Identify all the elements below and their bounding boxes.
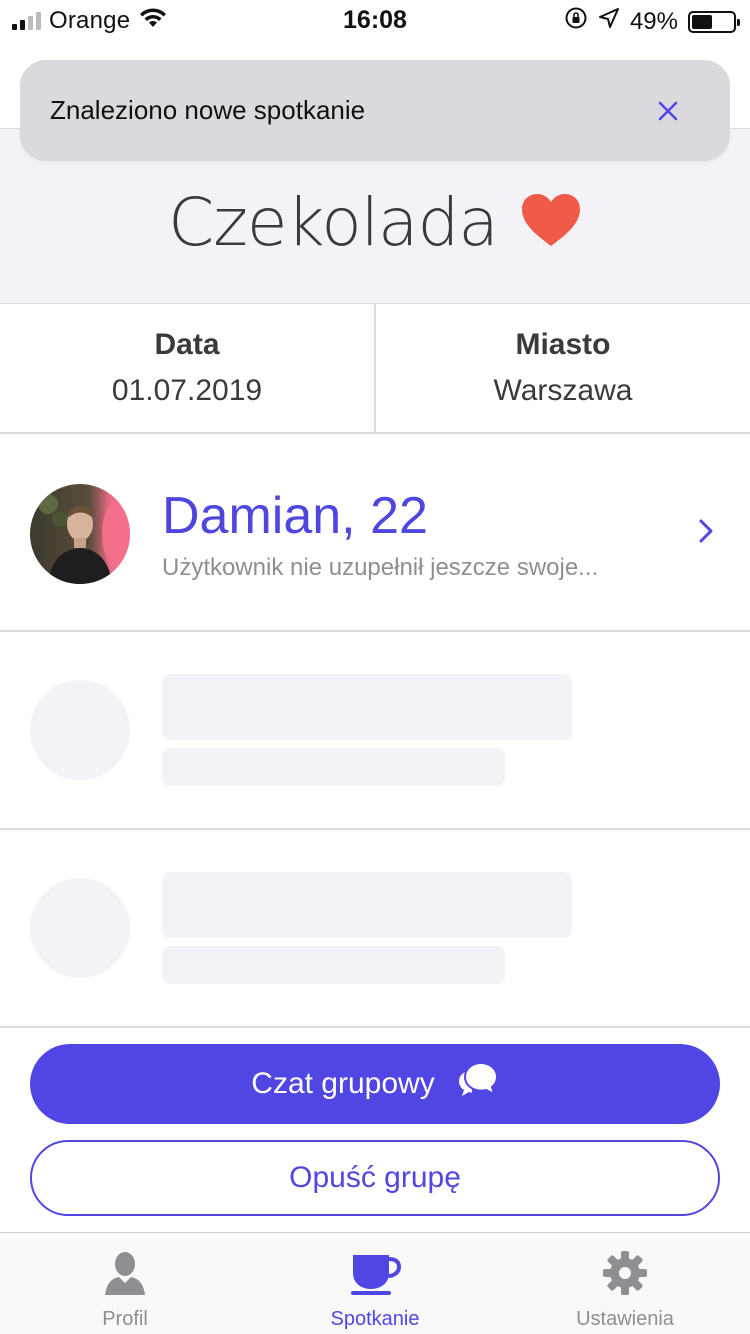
cup-icon	[349, 1249, 402, 1302]
city-label: Miasto	[515, 328, 611, 361]
battery-icon	[688, 10, 740, 33]
chat-bubbles-icon	[457, 1061, 499, 1107]
toast-message: Znaleziono nowe spotkanie	[50, 95, 366, 125]
date-cell: Data 01.07.2019	[0, 304, 374, 432]
status-right: 49%	[564, 6, 740, 37]
chevron-right-icon	[698, 518, 714, 549]
city-cell: Miasto Warszawa	[374, 304, 750, 432]
avatar	[30, 484, 130, 584]
tab-ustawienia[interactable]: Ustawienia	[500, 1233, 750, 1334]
group-chat-label: Czat grupowy	[251, 1067, 435, 1100]
tab-label: Profil	[102, 1308, 148, 1330]
leave-group-label: Opuść grupę	[289, 1161, 461, 1194]
group-name: Czekolada	[168, 184, 499, 261]
heart-icon	[520, 192, 582, 253]
tab-label: Spotkanie	[330, 1308, 420, 1330]
notification-toast[interactable]: Znaleziono nowe spotkanie	[20, 60, 730, 161]
member-placeholder	[0, 830, 750, 1028]
member-placeholder	[0, 632, 750, 830]
tab-profil[interactable]: Profil	[0, 1233, 250, 1334]
battery-percent: 49%	[629, 7, 678, 35]
city-value: Warszawa	[493, 374, 633, 407]
placeholder-avatar	[30, 680, 130, 780]
date-label: Data	[154, 328, 220, 361]
tab-label: Ustawienia	[576, 1308, 674, 1330]
placeholder-description	[162, 946, 505, 984]
placeholder-name	[162, 674, 572, 740]
close-icon[interactable]	[648, 91, 688, 131]
orientation-lock-icon	[564, 6, 588, 37]
tab-bar: Profil Spotkanie Ustawienia	[0, 1232, 750, 1334]
leave-group-button[interactable]: Opuść grupę	[30, 1140, 720, 1216]
gear-icon	[601, 1249, 649, 1302]
status-bar: Orange 16:08 49%	[0, 0, 750, 40]
person-icon	[101, 1249, 149, 1302]
date-value: 01.07.2019	[111, 374, 263, 407]
member-name: Damian, 22	[162, 487, 428, 545]
battery-fill	[692, 14, 712, 29]
group-title: Czekolada	[0, 184, 750, 261]
member-description: Użytkownik nie uzupełnił jeszcze swoje..…	[162, 554, 599, 581]
group-chat-button[interactable]: Czat grupowy	[30, 1044, 720, 1124]
location-icon	[598, 7, 620, 36]
member-row-damian[interactable]: Damian, 22 Użytkownik nie uzupełnił jesz…	[0, 434, 750, 632]
placeholder-description	[162, 748, 505, 786]
placeholder-avatar	[30, 878, 130, 978]
tab-spotkanie[interactable]: Spotkanie	[250, 1233, 500, 1334]
placeholder-name	[162, 872, 572, 938]
meeting-info: Data 01.07.2019 Miasto Warszawa	[0, 304, 750, 434]
